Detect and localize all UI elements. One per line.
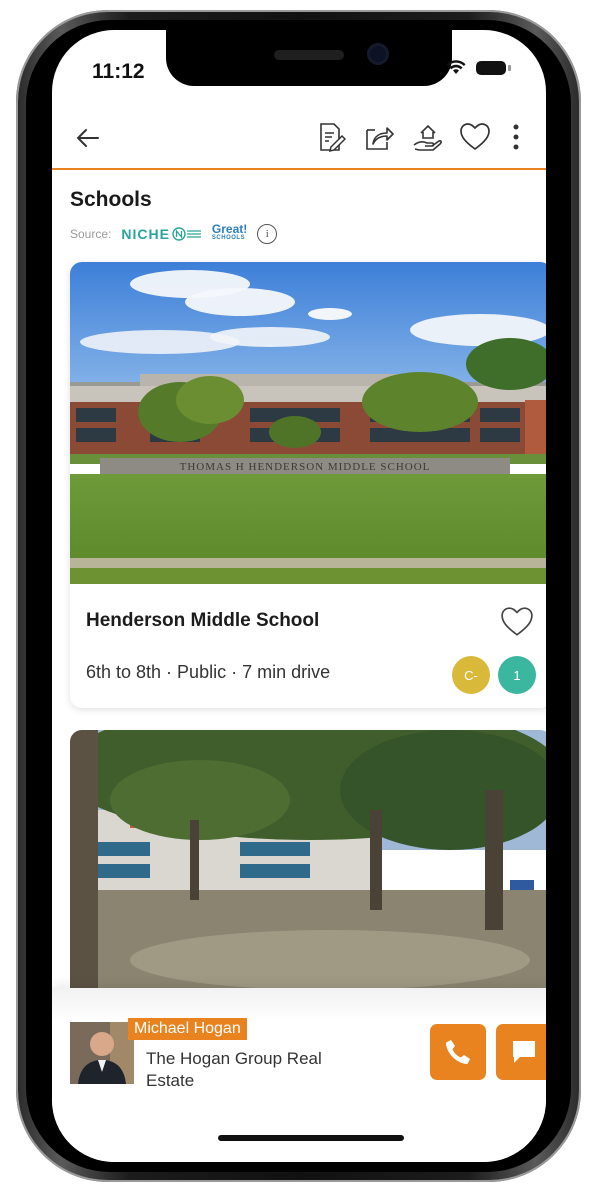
school-card-body: Henderson Middle School 6th to 8th · Pub… [70, 584, 546, 708]
speaker [274, 50, 344, 60]
back-arrow-icon [76, 129, 99, 147]
message-agent-button[interactable] [496, 1024, 546, 1080]
school-card-2[interactable] [70, 730, 546, 1000]
call-agent-button[interactable] [430, 1024, 486, 1080]
document-edit-icon [320, 123, 346, 153]
home-indicator [218, 1135, 404, 1141]
share-button[interactable] [362, 120, 396, 154]
school-sign: THOMAS H HENDERSON MIDDLE SCHOOL [180, 461, 431, 473]
offer-button[interactable] [410, 120, 444, 154]
status-time: 11:12 [92, 60, 145, 83]
battery-icon [476, 61, 511, 75]
school-meta: 6th to 8th · Public · 7 min drive [86, 662, 331, 682]
heart-icon [460, 123, 490, 151]
app-screen: 11:12 Schools Source: NICHE Great! SCHOO… [52, 30, 546, 1162]
share-icon [366, 127, 394, 150]
notes-button[interactable] [314, 120, 348, 154]
greatschools-rating-badge: 1 [498, 656, 536, 694]
great-label: Great! [211, 222, 248, 236]
phone-icon [446, 1040, 470, 1064]
niche-grade-badge: C- [452, 656, 490, 694]
nav-actions [314, 120, 526, 154]
notch [166, 30, 452, 86]
niche-logo[interactable]: NICHE [121, 226, 202, 242]
school-photo: THOMAS H HENDERSON MIDDLE SCHOOL [70, 262, 546, 584]
more-vertical-icon [513, 124, 519, 150]
top-nav [52, 112, 546, 170]
greatschools-logo[interactable]: Great! SCHOOLS [211, 222, 248, 243]
school-favorite-button[interactable] [500, 606, 534, 638]
source-row: Source: NICHE Great! SCHOOLS i [70, 222, 278, 244]
wifi-icon [446, 60, 466, 74]
hand-home-icon [413, 124, 442, 151]
school-name: Henderson Middle School [86, 610, 320, 631]
schools-label: SCHOOLS [211, 235, 246, 241]
more-button[interactable] [506, 120, 526, 154]
section-title: Schools [70, 188, 152, 211]
school-card[interactable]: THOMAS H HENDERSON MIDDLE SCHOOL Henders… [70, 262, 546, 708]
camera [370, 46, 386, 62]
school-photo-image: THOMAS H HENDERSON MIDDLE SCHOOL [70, 262, 546, 584]
agent-company: The Hogan Group Real Estate [146, 1049, 322, 1090]
source-label: Source: [70, 227, 112, 241]
back-button[interactable] [72, 122, 104, 154]
niche-label: NICHE [121, 226, 170, 242]
niche-mark-icon [172, 227, 201, 241]
heart-icon [501, 607, 533, 636]
agent-photo [70, 1022, 134, 1084]
status-icons [446, 60, 511, 76]
favorite-button[interactable] [458, 120, 492, 154]
agent-name: Michael Hogan [128, 1018, 247, 1040]
info-icon[interactable]: i [257, 224, 278, 244]
agent-avatar[interactable] [70, 1022, 134, 1084]
school-photo-2 [70, 730, 546, 1000]
chat-icon [513, 1041, 535, 1063]
